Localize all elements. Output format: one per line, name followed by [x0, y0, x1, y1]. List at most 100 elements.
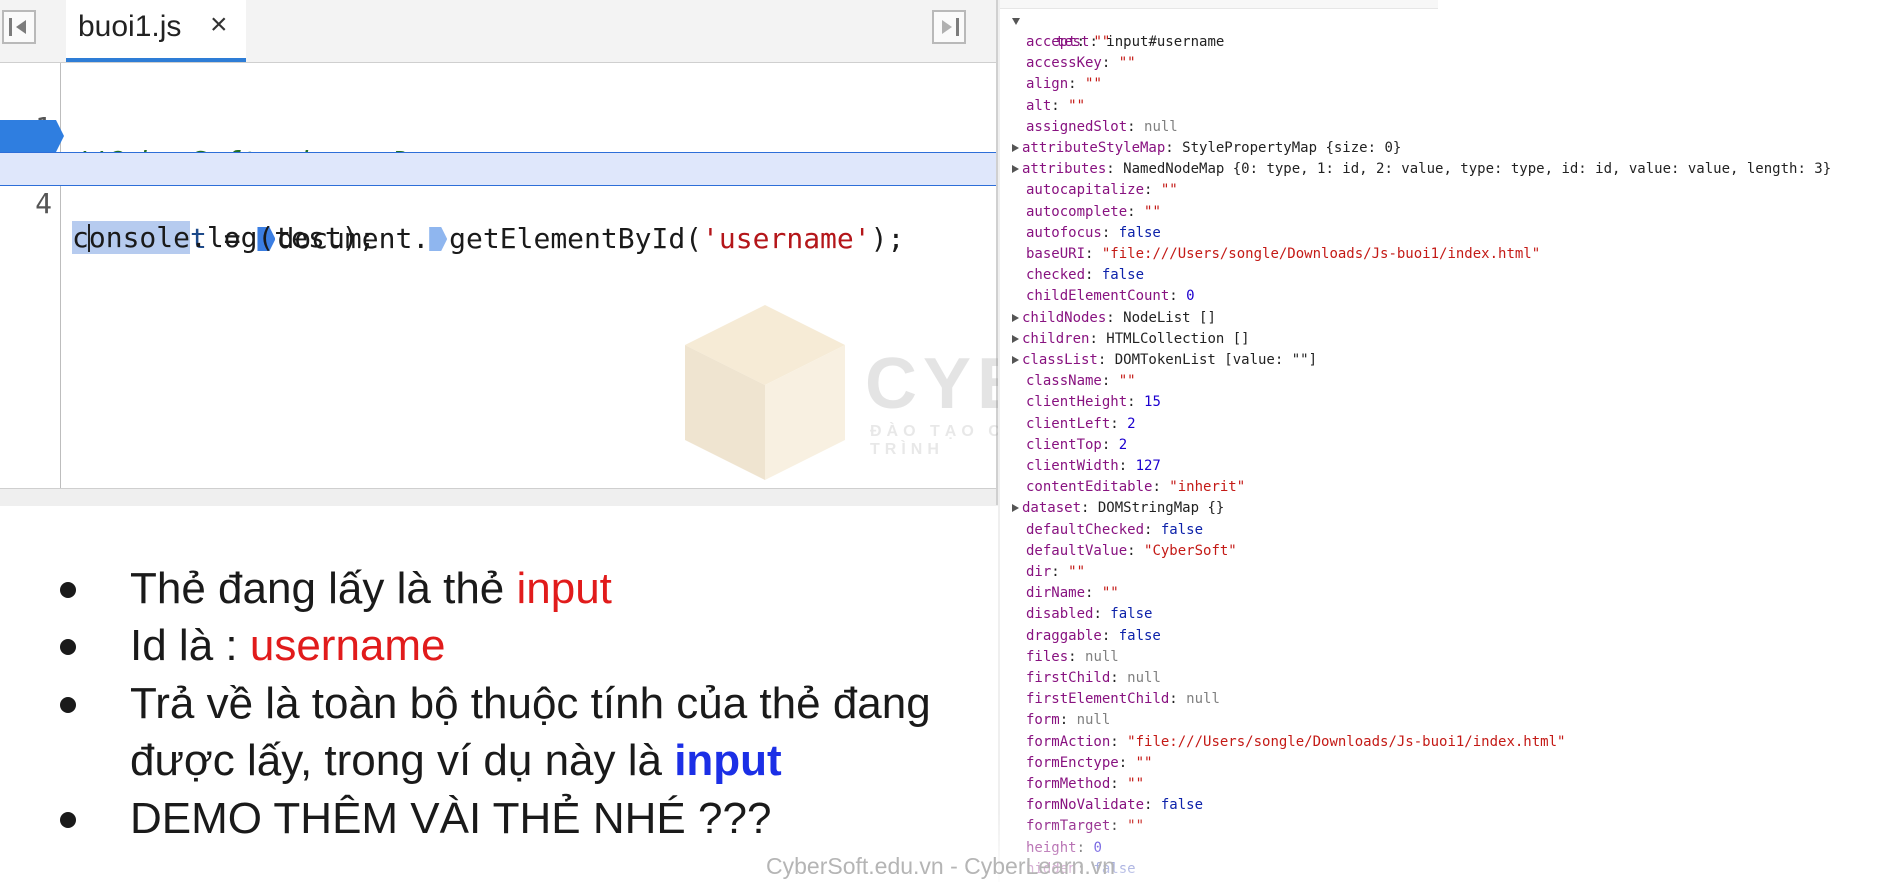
toggle-debugger-button[interactable] [932, 10, 966, 44]
breakpoint-marker[interactable] [0, 120, 64, 152]
prop-separator: : [1127, 542, 1145, 559]
prop-value: null [1144, 118, 1178, 135]
prop-separator: : [1127, 203, 1145, 220]
prop-value: false [1110, 606, 1153, 623]
code-line-1[interactable]: 1 //CyberSoft.edu.vn Demo [0, 77, 998, 178]
console-property-row: dirName: "" [1016, 583, 1119, 604]
prop-key: dir [1026, 564, 1052, 580]
prop-key: firstChild [1026, 670, 1111, 686]
console-property-row: clientTop: 2 [1016, 435, 1127, 456]
prop-key: childElementCount [1026, 288, 1170, 305]
prop-value: "" [1135, 754, 1153, 771]
code-text: onsole [88, 221, 191, 254]
prop-key: clientWidth [1026, 458, 1119, 474]
console-property-row: firstChild: null [1016, 668, 1161, 689]
prop-separator: : [1110, 733, 1128, 750]
prop-value: "file:///Users/songle/Downloads/Js-buoi1… [1127, 733, 1566, 750]
prop-separator: : [1076, 34, 1094, 50]
prop-key: autocapitalize [1026, 182, 1145, 199]
bullet-highlight: username [249, 621, 446, 670]
console-property-row[interactable]: children: HTMLCollection [] [1012, 329, 1250, 350]
console-property-row[interactable]: childNodes: NodeList [] [1012, 308, 1216, 329]
console-property-row: childElementCount: 0 [1016, 286, 1195, 307]
prop-separator: : [1118, 754, 1136, 771]
prop-value: HTMLCollection [] [1106, 330, 1250, 347]
prop-separator: : [1081, 500, 1098, 517]
console-property-row: formAction: "file:///Users/songle/Downlo… [1016, 732, 1565, 753]
prop-separator: : [1169, 288, 1187, 305]
prop-value: "" [1144, 203, 1161, 220]
prop-key: accept [1026, 34, 1077, 50]
prop-key: dataset [1022, 500, 1082, 517]
console-root-entry[interactable]: test: input#username [1012, 11, 1224, 50]
prop-key: children [1022, 330, 1090, 347]
prop-value: input#username [1106, 34, 1225, 50]
prop-value: null [1076, 712, 1111, 729]
prop-separator: : [1051, 97, 1069, 114]
prop-value: "inherit" [1169, 479, 1246, 496]
prop-key: formAction [1026, 733, 1111, 750]
prop-value: NodeList [] [1123, 309, 1216, 326]
prop-separator: : [1068, 76, 1086, 93]
console-property-row: baseURI: "file:///Users/songle/Downloads… [1016, 244, 1540, 265]
code-line-4-current[interactable]: 4 console.log(test); [0, 152, 998, 254]
prop-value: 0 [1186, 288, 1195, 305]
collapse-triangle-icon[interactable] [1012, 18, 1020, 25]
prop-separator: : [1101, 55, 1119, 72]
prop-key: baseURI [1026, 246, 1086, 262]
prop-value: "" [1160, 182, 1178, 199]
prop-key: clientTop [1026, 436, 1102, 453]
line-number[interactable]: 4 [0, 187, 52, 221]
close-icon[interactable]: × [210, 8, 228, 42]
bullet-highlight: input [516, 564, 612, 613]
prop-separator: : [1097, 352, 1115, 368]
prop-key: clientLeft [1026, 415, 1111, 432]
prop-separator: : [1110, 415, 1128, 432]
prop-separator: : [1165, 140, 1183, 156]
console-property-row: defaultValue: "CyberSoft" [1016, 541, 1237, 562]
prop-separator: : [1089, 330, 1107, 347]
prop-value: 127 [1135, 458, 1161, 474]
console-property-row: form: null [1016, 710, 1110, 731]
bullet-text: DEMO THÊM VÀI THẺ NHÉ ??? [130, 794, 772, 843]
inline-breakpoint-icon[interactable] [429, 227, 448, 251]
bullet-text: Trả về là toàn bộ thuộc tính của thẻ đan… [130, 679, 931, 728]
console-left-edge [998, 0, 1000, 882]
console-property-row: defaultChecked: false [1016, 520, 1203, 541]
prop-key: disabled [1026, 606, 1094, 623]
console-property-row: formNoValidate: false [1016, 795, 1203, 816]
prop-separator: : [1093, 606, 1111, 623]
console-property-row: clientHeight: 15 [1016, 392, 1161, 413]
console-property-row[interactable]: classList: DOMTokenList [value: ""] [1012, 350, 1317, 371]
prop-value: 2 [1118, 436, 1128, 453]
code-punctuation: ); [870, 222, 905, 255]
console-property-row[interactable]: attributeStyleMap: StylePropertyMap {siz… [1012, 138, 1401, 159]
console-property-row[interactable]: attributes: NamedNodeMap {0: type, 1: id… [1012, 159, 1831, 180]
prop-key: autofocus [1026, 224, 1102, 241]
prop-value: "" [1118, 55, 1136, 72]
tab-buoi1-js[interactable]: buoi1.js × [66, 0, 246, 62]
prop-key: childNodes [1022, 309, 1107, 326]
prop-separator: : [1106, 161, 1124, 178]
console-property-row[interactable]: dataset: DOMStringMap {} [1012, 498, 1224, 519]
prop-value: "" [1068, 564, 1086, 580]
code-text: c [72, 221, 89, 254]
prop-separator: : [1051, 564, 1069, 580]
prop-value: "" [1127, 776, 1145, 792]
prop-value: "" [1118, 373, 1136, 390]
prop-separator: : [1144, 182, 1161, 199]
bullet-dot-icon [60, 582, 76, 598]
prop-separator: : [1110, 776, 1128, 792]
code-area[interactable]: 1 //CyberSoft.edu.vn Demo 2 3 var test =… [0, 63, 998, 488]
prop-value: NamedNodeMap {0: type, 1: id, 2: value, … [1123, 161, 1832, 178]
prop-key: checked [1026, 267, 1086, 284]
code-string: 'username' [702, 222, 871, 255]
code-line-3[interactable]: 3 var test = document.getElementById('us… [0, 120, 998, 255]
prop-key: draggable [1026, 627, 1102, 644]
prop-separator: : [1085, 246, 1102, 262]
prop-key: className [1026, 373, 1102, 390]
toggle-navigator-button[interactable] [2, 10, 36, 44]
code-text: .log(test); [190, 221, 376, 254]
prop-separator: : [1101, 373, 1119, 390]
prop-value: false [1160, 797, 1204, 814]
